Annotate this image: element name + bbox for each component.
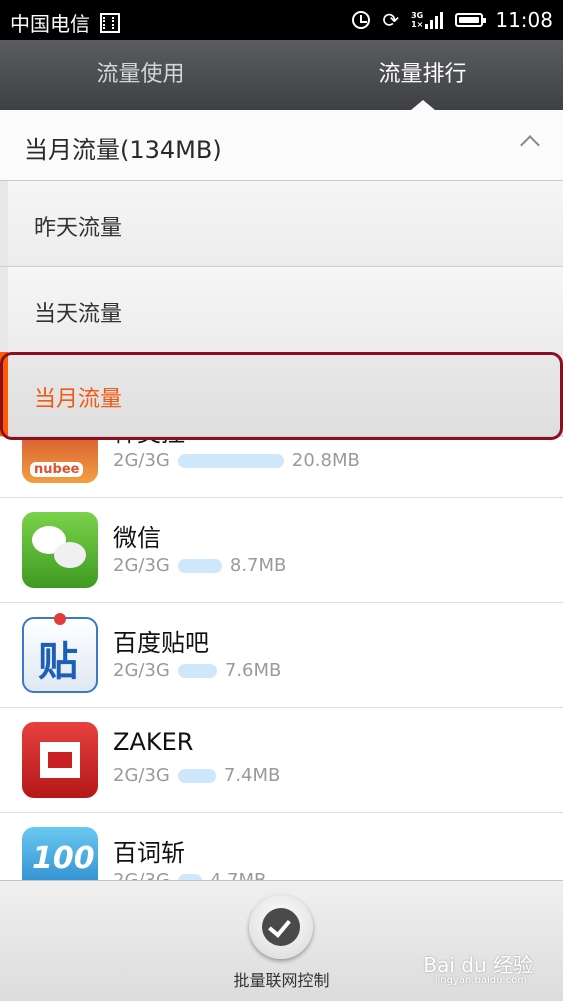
- app-usage-detail: 2G/3G 20.8MB: [113, 450, 360, 471]
- usage-bar: [177, 558, 222, 573]
- zaker-z-shape: [40, 742, 80, 778]
- app-usage-detail: 2G/3G 7.4MB: [113, 765, 280, 786]
- list-item[interactable]: 微信 2G/3G 8.7MB: [0, 498, 563, 603]
- alarm-icon: [352, 11, 371, 29]
- list-item[interactable]: nubee 神奥控 2G/3G 20.8MB: [0, 437, 563, 498]
- list-item[interactable]: 100 百词斩 2G/3G 4.7MB: [0, 813, 563, 880]
- clock: 11:08: [495, 8, 553, 32]
- baidu-watermark: Bai du 经验: [423, 953, 533, 977]
- tab-bar: 流量使用 流量排行: [0, 40, 563, 110]
- tab-selected-pointer: [411, 100, 435, 110]
- usage-value: 4.7MB: [210, 870, 267, 880]
- usage-bar: [177, 663, 217, 678]
- app-name: 百词斩: [113, 839, 185, 867]
- period-filter-header[interactable]: 当月流量(134MB): [0, 110, 563, 181]
- zaker-app-icon: [22, 722, 98, 798]
- sync-icon: ⟳: [382, 8, 400, 32]
- network-type-label: 2G/3G: [113, 555, 170, 576]
- option-stripe: [0, 181, 8, 266]
- app-usage-detail: 2G/3G 8.7MB: [113, 555, 286, 576]
- network-type-label: 2G/3G: [113, 450, 170, 471]
- usage-value: 7.4MB: [223, 765, 281, 786]
- check-icon: [262, 908, 300, 946]
- app-name: 微信: [113, 524, 161, 552]
- signal-icon: [425, 11, 444, 29]
- app-usage-detail: 2G/3G 4.7MB: [113, 870, 266, 880]
- option-label: 昨天流量: [34, 216, 123, 241]
- status-left: 中国电信: [10, 8, 120, 37]
- baidu-watermark-url: jingyan.baidu.com: [434, 975, 527, 986]
- list-item[interactable]: ZAKER 2G/3G 7.4MB: [0, 708, 563, 813]
- tab-traffic-usage[interactable]: 流量使用: [0, 40, 281, 110]
- option-yesterday-traffic[interactable]: 昨天流量: [0, 181, 563, 267]
- usage-bar: [177, 453, 284, 468]
- bottom-bar: 批量联网控制 Bai du 经验 jingyan.baidu.com: [0, 880, 563, 1001]
- usage-value: 20.8MB: [291, 450, 360, 471]
- network-type-label: 2G/3G: [113, 870, 170, 880]
- option-label: 当天流量: [34, 302, 123, 327]
- usage-value: 8.7MB: [229, 555, 287, 576]
- film-icon: [100, 12, 120, 33]
- chevron-up-icon[interactable]: [520, 135, 540, 155]
- pin-shape: [54, 613, 66, 625]
- status-bar: 中国电信 ⟳ 3G 1× 11:08: [0, 0, 563, 40]
- app-usage-list[interactable]: nubee 神奥控 2G/3G 20.8MB 微信 2G/3G 8.7MB 贴 …: [0, 437, 563, 880]
- wechat-app-icon: [22, 512, 98, 588]
- chat-bubble-shape: [54, 542, 86, 568]
- batch-network-control-button[interactable]: [249, 895, 313, 959]
- tieba-app-icon: 贴: [22, 613, 98, 693]
- network-type-2: 1×: [411, 20, 424, 29]
- app-name: 百度贴吧: [113, 629, 209, 657]
- usage-value: 7.6MB: [224, 660, 282, 681]
- usage-bar: [177, 768, 216, 783]
- carrier-name: 中国电信: [10, 12, 90, 36]
- list-item[interactable]: 贴 百度贴吧 2G/3G 7.6MB: [0, 603, 563, 708]
- period-filter-label: 当月流量(134MB): [24, 136, 222, 164]
- baicizhan-app-icon: 100: [22, 827, 98, 880]
- option-stripe: [0, 267, 8, 352]
- selected-option-highlight: [0, 352, 563, 440]
- nubee-badge: nubee: [30, 462, 84, 477]
- battery-icon: [455, 13, 487, 27]
- network-type-label: 2G/3G: [113, 765, 170, 786]
- network-type-label: 2G/3G: [113, 660, 170, 681]
- option-today-traffic[interactable]: 当天流量: [0, 267, 563, 353]
- app-usage-detail: 2G/3G 7.6MB: [113, 660, 281, 681]
- baici-icon-text: 100: [32, 841, 95, 876]
- status-right: ⟳ 3G 1× 11:08: [352, 8, 553, 32]
- nubee-app-icon: nubee: [22, 437, 98, 483]
- tieba-icon-char: 贴: [38, 639, 78, 685]
- network-indicator: 3G 1×: [411, 11, 444, 29]
- app-name: ZAKER: [113, 728, 194, 756]
- network-type: 3G: [411, 11, 424, 20]
